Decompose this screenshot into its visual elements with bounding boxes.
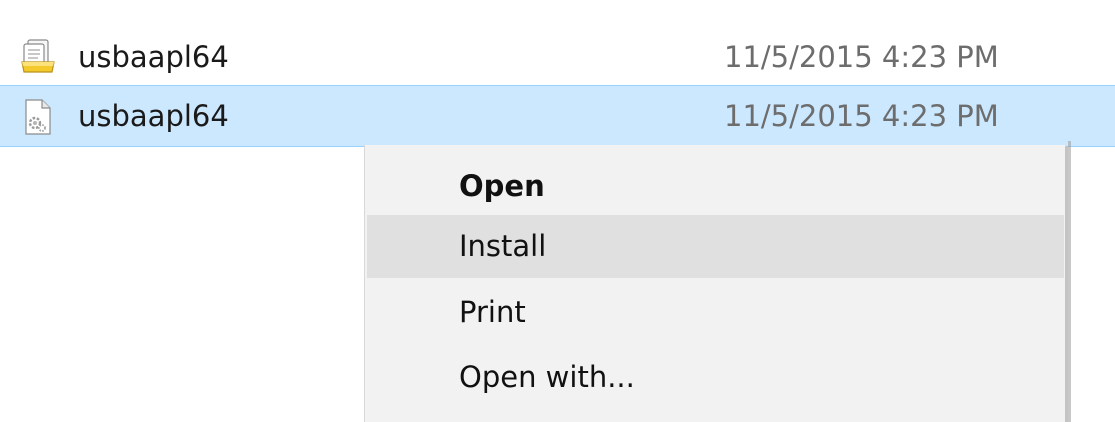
setup-information-file-icon bbox=[20, 38, 56, 76]
file-date-modified: 11/5/2015 4:23 PM bbox=[724, 40, 999, 74]
file-row[interactable]: usbaapl64 11/5/2015 4:23 PM bbox=[0, 26, 1115, 88]
menu-item-label: Install bbox=[459, 229, 547, 263]
file-date-modified: 11/5/2015 4:23 PM bbox=[724, 99, 999, 133]
menu-item-open[interactable]: Open bbox=[367, 155, 1064, 218]
file-name: usbaapl64 bbox=[78, 40, 229, 74]
system-file-icon bbox=[20, 98, 56, 136]
context-menu: Open Install Print Open with... bbox=[364, 141, 1071, 422]
file-name: usbaapl64 bbox=[78, 99, 229, 133]
menu-item-print[interactable]: Print bbox=[367, 281, 1064, 344]
file-row-selected[interactable]: usbaapl64 11/5/2015 4:23 PM bbox=[0, 85, 1115, 147]
menu-item-label: Open bbox=[459, 169, 545, 203]
menu-item-install[interactable]: Install bbox=[367, 215, 1064, 278]
menu-item-label: Open with... bbox=[459, 360, 635, 394]
explorer-file-list: usbaapl64 11/5/2015 4:23 PM usbaapl64 11… bbox=[0, 0, 1115, 422]
menu-item-open-with[interactable]: Open with... bbox=[367, 346, 1064, 409]
menu-item-label: Print bbox=[459, 295, 526, 329]
